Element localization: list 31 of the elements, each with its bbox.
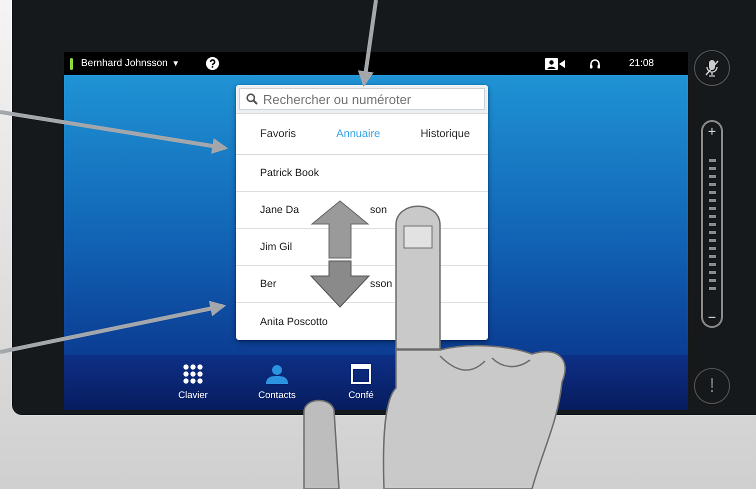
user-name[interactable]: Bernhard Johnsson	[81, 58, 168, 69]
keypad-icon	[183, 364, 203, 384]
mute-button[interactable]	[694, 50, 730, 86]
dock-item[interactable]: Contacts	[258, 355, 296, 410]
contact-name[interactable]: Jim Gil	[260, 241, 292, 253]
volume-ticks-icon	[708, 158, 716, 290]
headset-icon[interactable]	[588, 58, 601, 70]
volume-control[interactable]: + −	[701, 120, 723, 328]
dock-item[interactable]: Confé	[348, 355, 374, 410]
search-field[interactable]: Rechercher ou numéroter	[239, 88, 485, 110]
contact-name[interactable]: son	[370, 204, 387, 216]
calendar-icon	[350, 364, 371, 384]
contact-name[interactable]: Patrick Book	[260, 167, 319, 179]
muted-microphone-icon	[705, 59, 719, 77]
volume-up[interactable]: +	[708, 124, 716, 138]
person-icon	[266, 364, 288, 384]
tab[interactable]: Historique	[420, 128, 470, 140]
dock-item[interactable]: Clavier	[178, 355, 208, 410]
status-indicator	[70, 58, 73, 70]
contact-name[interactable]: sson	[370, 278, 392, 290]
search-icon	[246, 93, 258, 105]
volume-down[interactable]: −	[708, 310, 716, 324]
contact-name[interactable]: Anita Poscotto	[260, 316, 328, 328]
tab[interactable]: Favoris	[260, 128, 296, 140]
alert-button[interactable]: !	[694, 368, 730, 404]
contact-name[interactable]: Jane Da	[260, 204, 300, 216]
video-camera-icon[interactable]	[544, 58, 565, 70]
caret-icon[interactable]: ▼	[172, 59, 180, 68]
clock: 21:08	[628, 58, 654, 69]
help-icon[interactable]	[206, 57, 219, 70]
contact-name[interactable]: Ber	[260, 278, 276, 290]
